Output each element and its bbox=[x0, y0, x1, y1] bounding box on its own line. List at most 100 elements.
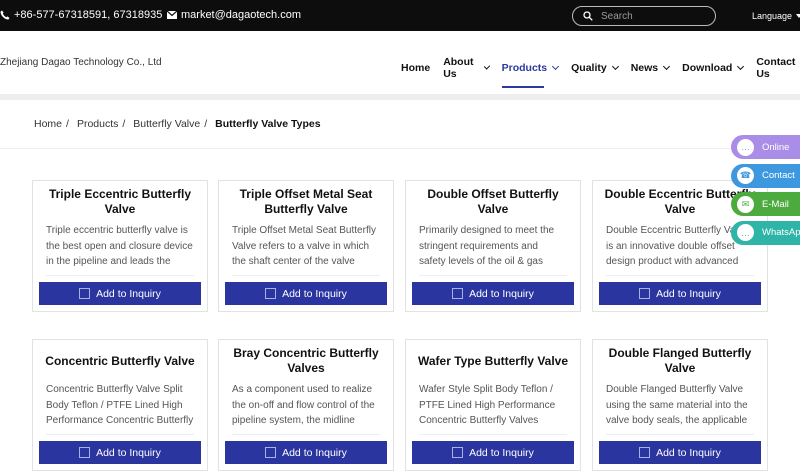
product-card: Wafer Type Butterfly Valve Wafer Style Sp… bbox=[405, 339, 581, 471]
nav-item-home[interactable]: Home bbox=[401, 56, 430, 80]
product-title-text: Bray Concentric Butterfly Valves bbox=[233, 346, 379, 375]
nav-label: Home bbox=[401, 62, 431, 74]
checkbox-icon bbox=[79, 447, 91, 458]
nav-label: Download bbox=[682, 62, 733, 74]
chat-icon: … bbox=[737, 138, 754, 156]
product-card: Double Flanged Butterfly Valve Double Fla… bbox=[592, 339, 768, 471]
product-card: Concentric Butterfly Valve Concentric But… bbox=[32, 339, 208, 471]
inquiry-label: Add to Inquiry bbox=[96, 287, 161, 300]
product-title[interactable]: Wafer Type Butterfly Valve bbox=[406, 340, 580, 382]
breadcrumb-link[interactable]: Butterfly Valve bbox=[133, 118, 200, 130]
product-description: Triple Offset Metal Seat Butterfly Valve… bbox=[232, 225, 376, 267]
card-divider bbox=[46, 275, 194, 276]
product-description: Double Flanged Butterfly Valve using the… bbox=[606, 384, 748, 426]
site-header: Zhejiang Dagao Technology Co., Ltd Home A… bbox=[0, 31, 800, 94]
search-input[interactable] bbox=[601, 10, 701, 22]
card-divider bbox=[232, 434, 380, 435]
breadcrumb-separator: / bbox=[66, 118, 69, 130]
nav-item-contact-us[interactable]: Contact Us bbox=[756, 56, 800, 80]
breadcrumb-separator: / bbox=[122, 118, 126, 130]
phone-text: +86-577-67318591, 67318935 bbox=[14, 9, 163, 21]
whatsapp-icon: … bbox=[737, 224, 754, 241]
card-divider bbox=[606, 434, 754, 435]
add-to-inquiry-button[interactable]: Add to Inquiry bbox=[39, 282, 201, 305]
nav-item-download[interactable]: Download bbox=[682, 56, 745, 80]
checkbox-icon bbox=[639, 288, 651, 299]
product-description: Concentric Butterfly Valve Split Body Te… bbox=[46, 384, 194, 426]
phone-icon: ☎ bbox=[737, 167, 754, 184]
float-label: E-Mail bbox=[762, 198, 789, 210]
breadcrumb-link[interactable]: Home bbox=[34, 118, 62, 130]
checkbox-icon bbox=[265, 288, 277, 299]
product-description: As a component used to realize the on-of… bbox=[232, 384, 375, 426]
product-title[interactable]: Concentric Butterfly Valve bbox=[33, 340, 207, 382]
language-selector[interactable]: Language bbox=[752, 11, 800, 21]
product-description: Primarily designed to meet the stringent… bbox=[419, 225, 555, 267]
nav-item-products[interactable]: Products bbox=[501, 56, 560, 88]
float-email-button[interactable]: ✉ E-Mail bbox=[731, 192, 800, 216]
chevron-down-icon bbox=[796, 14, 800, 18]
envelope-icon bbox=[167, 11, 177, 19]
float-whatsapp-button[interactable]: … WhatsApp bbox=[731, 220, 800, 245]
email-contact[interactable]: market@dagaotech.com bbox=[167, 9, 301, 21]
search-icon[interactable] bbox=[583, 11, 593, 21]
product-description: Triple eccentric butterfly valve is the … bbox=[46, 225, 193, 267]
phone-contact[interactable]: +86-577-67318591, 67318935 bbox=[0, 9, 162, 21]
product-card: Triple Eccentric Butterfly Valve Triple e… bbox=[32, 180, 208, 312]
breadcrumb-separator: / bbox=[204, 118, 208, 130]
float-online-button[interactable]: … Online bbox=[731, 135, 800, 159]
product-card: Double Offset Butterfly Valve Primarily d… bbox=[405, 180, 581, 312]
checkbox-icon bbox=[639, 447, 651, 458]
add-to-inquiry-button[interactable]: Add to Inquiry bbox=[225, 282, 387, 305]
add-to-inquiry-button[interactable]: Add to Inquiry bbox=[599, 282, 761, 305]
inquiry-label: Add to Inquiry bbox=[282, 446, 347, 459]
nav-label: Quality bbox=[571, 62, 607, 74]
company-name[interactable]: Zhejiang Dagao Technology Co., Ltd bbox=[0, 57, 162, 68]
mail-icon: ✉ bbox=[737, 195, 754, 213]
add-to-inquiry-button[interactable]: Add to Inquiry bbox=[412, 282, 574, 305]
product-title-text: Double Flanged Butterfly Valve bbox=[608, 346, 752, 375]
add-to-inquiry-button[interactable]: Add to Inquiry bbox=[225, 441, 387, 464]
card-divider bbox=[46, 434, 194, 435]
float-contact-button[interactable]: ☎ Contact bbox=[731, 163, 800, 188]
nav-label: News bbox=[630, 62, 659, 74]
product-title[interactable]: Bray Concentric Butterfly Valves bbox=[219, 340, 393, 382]
product-card: Triple Offset Metal Seat Butterfly Valve… bbox=[218, 180, 394, 312]
chevron-down-icon bbox=[737, 62, 745, 71]
email-text: market@dagaotech.com bbox=[181, 9, 302, 21]
breadcrumb-current: Butterfly Valve Types bbox=[215, 118, 321, 130]
inquiry-label: Add to Inquiry bbox=[656, 446, 721, 459]
breadcrumb-link[interactable]: Products bbox=[77, 118, 118, 130]
breadcrumb: Home / Products / Butterfly Valve / Butterfly … bbox=[34, 118, 321, 130]
checkbox-icon bbox=[265, 447, 277, 458]
main-nav: Home About Us Products Quality News Download C… bbox=[401, 56, 800, 88]
checkbox-icon bbox=[452, 447, 464, 458]
nav-label: Products bbox=[501, 62, 548, 74]
product-title[interactable]: Triple Offset Metal Seat Butterfly Valve bbox=[219, 181, 393, 223]
phone-icon bbox=[0, 10, 10, 20]
inquiry-label: Add to Inquiry bbox=[656, 287, 721, 300]
checkbox-icon bbox=[79, 288, 91, 299]
nav-item-quality[interactable]: Quality bbox=[571, 56, 619, 80]
float-label: Online bbox=[762, 141, 790, 153]
chevron-down-icon bbox=[663, 62, 671, 71]
chevron-down-icon bbox=[552, 62, 560, 71]
add-to-inquiry-button[interactable]: Add to Inquiry bbox=[412, 441, 574, 464]
product-title[interactable]: Double Flanged Butterfly Valve bbox=[593, 340, 767, 382]
inquiry-label: Add to Inquiry bbox=[469, 446, 534, 459]
nav-label: Contact Us bbox=[756, 56, 796, 80]
inquiry-label: Add to Inquiry bbox=[96, 446, 161, 459]
nav-item-news[interactable]: News bbox=[630, 56, 671, 80]
product-title[interactable]: Double Offset Butterfly Valve bbox=[406, 181, 580, 223]
product-card: Bray Concentric Butterfly Valves As a com… bbox=[218, 339, 394, 471]
float-label: WhatsApp bbox=[762, 227, 800, 238]
product-title-text: Wafer Type Butterfly Valve bbox=[417, 353, 569, 368]
add-to-inquiry-button[interactable]: Add to Inquiry bbox=[599, 441, 761, 464]
product-title[interactable]: Triple Eccentric Butterfly Valve bbox=[33, 181, 207, 223]
nav-item-about-us[interactable]: About Us bbox=[443, 56, 490, 80]
float-label: Contact bbox=[762, 170, 795, 181]
language-label: Language bbox=[752, 11, 793, 21]
add-to-inquiry-button[interactable]: Add to Inquiry bbox=[39, 441, 201, 464]
product-title-text: Double Offset Butterfly Valve bbox=[427, 187, 559, 216]
inquiry-label: Add to Inquiry bbox=[282, 287, 347, 300]
